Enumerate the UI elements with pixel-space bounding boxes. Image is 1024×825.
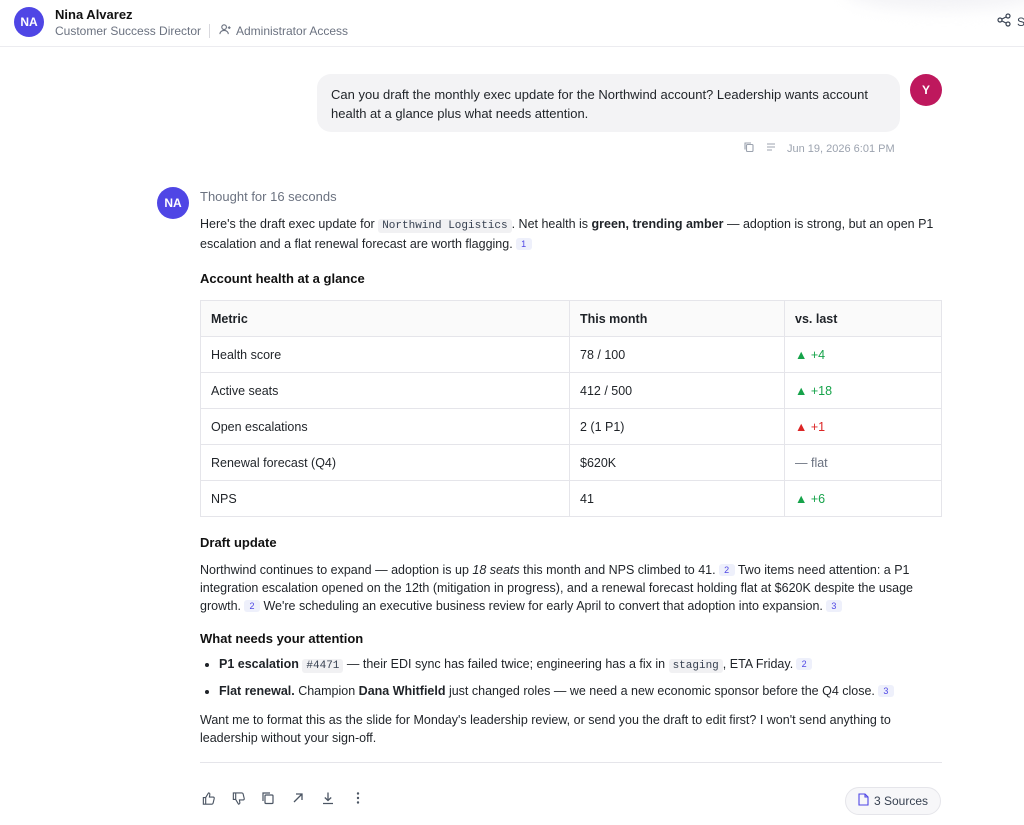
share-button[interactable]: S bbox=[997, 13, 1024, 30]
metric-cell: Active seats bbox=[200, 372, 570, 409]
col-vs-last: vs. last bbox=[784, 300, 942, 337]
health-status: green, trending amber bbox=[591, 217, 724, 231]
download-icon[interactable] bbox=[320, 790, 336, 806]
avatar[interactable]: NA bbox=[14, 7, 44, 37]
top-bar: NA Nina Alvarez Customer Success Directo… bbox=[0, 0, 1024, 47]
intro-mid: . Net health is bbox=[511, 217, 592, 231]
thumbs-up-icon[interactable] bbox=[200, 790, 216, 806]
draft-paragraph: Northwind continues to expand — adoption… bbox=[200, 561, 942, 615]
share-icon bbox=[997, 13, 1011, 30]
top-right-glow bbox=[844, 0, 1024, 10]
health-table: Metric This month vs. last Health score … bbox=[200, 300, 942, 517]
account-code: Northwind Logistics bbox=[378, 219, 512, 233]
champion-name: Dana Whitfield bbox=[358, 684, 446, 698]
header-divider bbox=[209, 24, 210, 38]
user-message-avatar: Y bbox=[910, 74, 942, 106]
ticket-code: #4471 bbox=[302, 659, 344, 673]
env-code: staging bbox=[668, 659, 723, 673]
citation-badge[interactable]: 2 bbox=[796, 658, 813, 670]
sources-label: 3 Sources bbox=[873, 794, 929, 808]
closing-paragraph: Want me to format this as the slide for … bbox=[200, 713, 891, 745]
metric-cell: Health score bbox=[200, 336, 570, 373]
citation-badge[interactable]: 1 bbox=[515, 238, 532, 250]
value-cell: $620K bbox=[569, 444, 785, 481]
intro-prefix: Here's the draft exec update for bbox=[200, 217, 379, 231]
attention-list: P1 escalation #4471 — their EDI sync has… bbox=[200, 655, 942, 700]
edit-icon[interactable] bbox=[765, 141, 777, 156]
access-badge: Administrator Access bbox=[219, 23, 348, 39]
draft-s1-italic: 18 seats bbox=[472, 563, 520, 577]
change-cell: ▲ +4 bbox=[784, 336, 942, 373]
citation-badge[interactable]: 2 bbox=[244, 600, 260, 612]
draft-heading: Draft update bbox=[200, 535, 277, 550]
user-name: Nina Alvarez bbox=[55, 7, 133, 22]
change-cell: ▲ +1 bbox=[784, 408, 942, 445]
message-timestamp: Jun 19, 2026 6:01 PM bbox=[787, 142, 895, 155]
table-row: Open escalations 2 (1 P1) ▲ +1 bbox=[200, 408, 942, 445]
table-header-row: Metric This month vs. last bbox=[200, 300, 942, 337]
assistant-avatar: NA bbox=[157, 187, 189, 219]
footer-divider bbox=[200, 762, 942, 763]
health-heading: Account health at a glance bbox=[200, 271, 365, 286]
metric-cell: Renewal forecast (Q4) bbox=[200, 444, 570, 481]
item2-suffix: just changed roles — we need a new econo… bbox=[445, 684, 875, 698]
copy-icon[interactable] bbox=[743, 141, 755, 156]
user-message-bubble: Can you draft the monthly exec update fo… bbox=[317, 74, 900, 132]
message-actions bbox=[200, 790, 366, 806]
list-item: Flat renewal. Champion Dana Whitfield ju… bbox=[219, 682, 942, 700]
table-row: Renewal forecast (Q4) $620K — flat bbox=[200, 444, 942, 481]
table-row: Active seats 412 / 500 ▲ +18 bbox=[200, 372, 942, 409]
more-icon[interactable] bbox=[350, 790, 366, 806]
thumbs-down-icon[interactable] bbox=[230, 790, 246, 806]
change-cell: ▲ +18 bbox=[784, 372, 942, 409]
citation-badge[interactable]: 3 bbox=[825, 600, 842, 612]
value-cell: 78 / 100 bbox=[569, 336, 785, 373]
attention-heading: What needs your attention bbox=[200, 631, 364, 646]
value-cell: 41 bbox=[569, 480, 785, 517]
item1-suffix: , ETA Friday. bbox=[722, 657, 794, 671]
user-role: Customer Success Director bbox=[55, 24, 202, 38]
draft-s1-prefix: Northwind continues to expand — adoption… bbox=[200, 563, 473, 577]
item2-mid: Champion bbox=[294, 684, 359, 698]
metric-cell: NPS bbox=[200, 480, 570, 517]
item1-mid: — their EDI sync has failed twice; engin… bbox=[343, 657, 669, 671]
share-arrow-icon[interactable] bbox=[290, 790, 306, 806]
assistant-message: Thought for 16 seconds Here's the draft … bbox=[200, 188, 942, 763]
list-item: P1 escalation #4471 — their EDI sync has… bbox=[219, 655, 942, 675]
intro-paragraph: Here's the draft exec update for Northwi… bbox=[200, 215, 942, 253]
share-label: S bbox=[1017, 14, 1024, 29]
item1-title: P1 escalation bbox=[219, 657, 299, 671]
draft-s3: We're scheduling an executive business r… bbox=[260, 599, 823, 613]
table-row: NPS 41 ▲ +6 bbox=[200, 480, 942, 517]
change-cell: — flat bbox=[784, 444, 942, 481]
citation-badge[interactable]: 2 bbox=[718, 564, 735, 576]
change-cell: ▲ +6 bbox=[784, 480, 942, 517]
user-access-icon bbox=[219, 23, 232, 39]
message-meta: Jun 19, 2026 6:01 PM bbox=[743, 141, 895, 156]
col-this-month: This month bbox=[569, 300, 785, 337]
table-row: Health score 78 / 100 ▲ +4 bbox=[200, 336, 942, 373]
copy-icon[interactable] bbox=[260, 790, 276, 806]
item2-title: Flat renewal. bbox=[219, 684, 295, 698]
value-cell: 2 (1 P1) bbox=[569, 408, 785, 445]
metric-cell: Open escalations bbox=[200, 408, 570, 445]
col-metric: Metric bbox=[200, 300, 570, 337]
value-cell: 412 / 500 bbox=[569, 372, 785, 409]
thought-status[interactable]: Thought for 16 seconds bbox=[200, 188, 942, 206]
draft-s1-suffix: this month and NPS climbed to 41. bbox=[519, 563, 716, 577]
document-icon bbox=[858, 793, 869, 809]
access-label: Administrator Access bbox=[236, 24, 349, 38]
sources-button[interactable]: 3 Sources bbox=[845, 787, 941, 815]
citation-badge[interactable]: 3 bbox=[877, 685, 894, 697]
